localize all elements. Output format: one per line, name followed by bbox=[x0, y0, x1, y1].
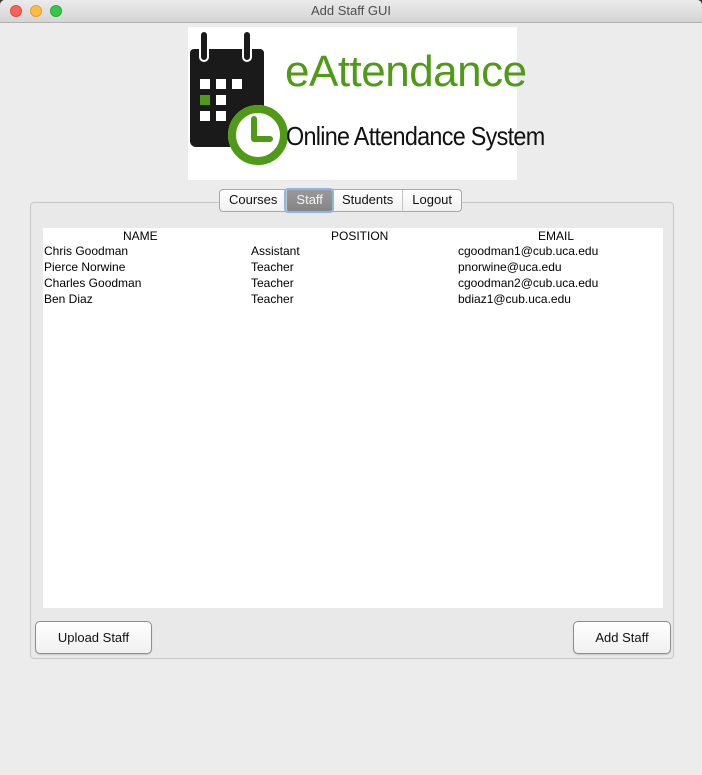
cell-position: Teacher bbox=[251, 276, 294, 290]
cell-name: Charles Goodman bbox=[44, 276, 142, 290]
eattendance-logo: eAttendance Online Attendance System bbox=[188, 27, 545, 180]
tab-courses[interactable]: Courses bbox=[220, 190, 286, 211]
cell-email: bdiaz1@cub.uca.edu bbox=[458, 292, 571, 306]
cell-name: Ben Diaz bbox=[44, 292, 93, 306]
logo-title: eAttendance bbox=[285, 47, 527, 96]
window-title: Add Staff GUI bbox=[311, 3, 391, 18]
column-header-name[interactable]: NAME bbox=[123, 229, 158, 243]
cell-email: pnorwine@uca.edu bbox=[458, 260, 562, 274]
cell-position: Assistant bbox=[251, 244, 300, 258]
cell-name: Chris Goodman bbox=[44, 244, 129, 258]
app-window: Add Staff GUI eAttendance Online Attenda… bbox=[0, 0, 702, 775]
column-header-email[interactable]: EMAIL bbox=[538, 229, 574, 243]
logo-subtitle: Online Attendance System bbox=[286, 121, 545, 151]
upload-staff-button[interactable]: Upload Staff bbox=[35, 621, 152, 654]
cell-email: cgoodman1@cub.uca.edu bbox=[458, 244, 599, 258]
column-header-position[interactable]: POSITION bbox=[331, 229, 388, 243]
table-row[interactable]: Charles Goodman Teacher cgoodman2@cub.uc… bbox=[43, 276, 663, 292]
table-header: NAME POSITION EMAIL bbox=[43, 228, 663, 243]
cell-name: Pierce Norwine bbox=[44, 260, 126, 274]
cell-email: cgoodman2@cub.uca.edu bbox=[458, 276, 599, 290]
add-staff-button[interactable]: Add Staff bbox=[573, 621, 671, 654]
table-row[interactable]: Pierce Norwine Teacher pnorwine@uca.edu bbox=[43, 260, 663, 276]
tab-staff[interactable]: Staff bbox=[286, 190, 332, 211]
title-bar[interactable]: Add Staff GUI bbox=[0, 0, 702, 23]
staff-table[interactable]: NAME POSITION EMAIL Chris Goodman Assist… bbox=[43, 228, 663, 608]
calendar-clock-icon bbox=[190, 30, 288, 165]
table-row[interactable]: Ben Diaz Teacher bdiaz1@cub.uca.edu bbox=[43, 292, 663, 308]
tab-students[interactable]: Students bbox=[331, 190, 402, 211]
table-row[interactable]: Chris Goodman Assistant cgoodman1@cub.uc… bbox=[43, 244, 663, 260]
tab-bar: Courses Staff Students Logout bbox=[219, 189, 463, 212]
tab-logout[interactable]: Logout bbox=[402, 190, 461, 211]
cell-position: Teacher bbox=[251, 260, 294, 274]
cell-position: Teacher bbox=[251, 292, 294, 306]
